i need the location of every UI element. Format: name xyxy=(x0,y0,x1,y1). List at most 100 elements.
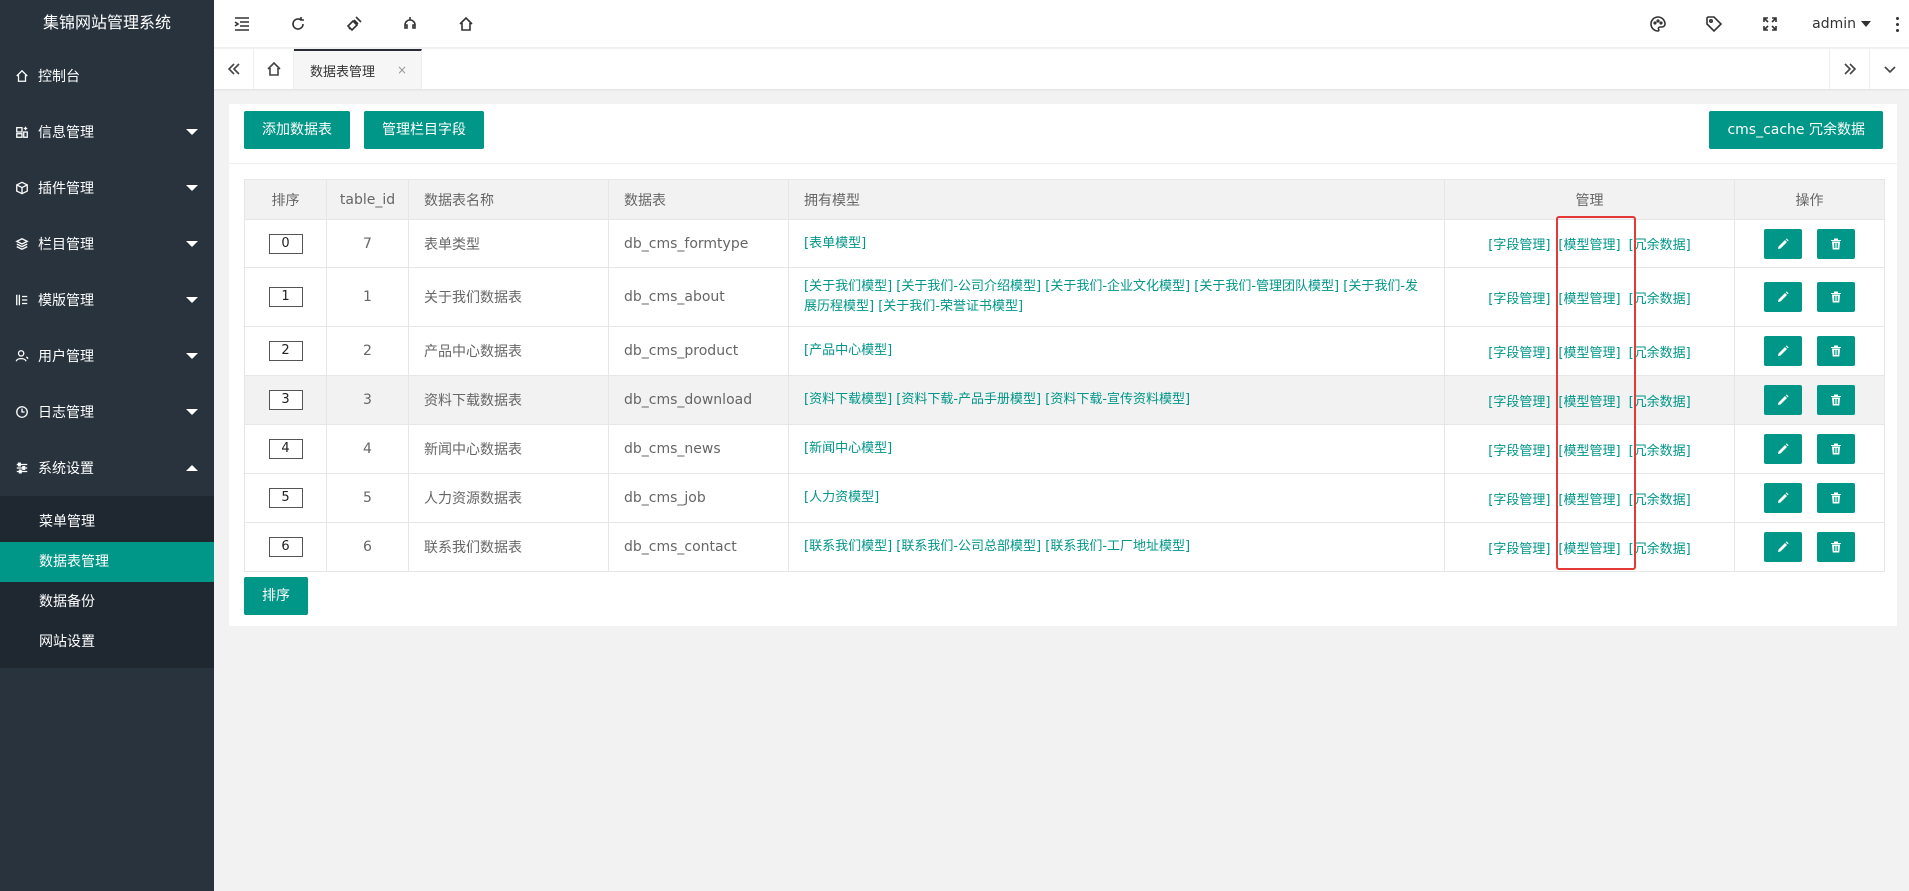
user-menu[interactable]: admin xyxy=(1798,16,1885,32)
edit-button[interactable] xyxy=(1764,483,1802,513)
delete-button[interactable] xyxy=(1817,282,1855,312)
chevron-down-icon xyxy=(186,241,198,247)
model-link[interactable]: [关于我们模型] xyxy=(804,279,892,294)
sort-input[interactable]: 6 xyxy=(268,537,303,557)
sort-input[interactable]: 3 xyxy=(268,390,303,410)
model-link[interactable]: [联系我们-工厂地址模型] xyxy=(1045,539,1190,554)
model-manage-link[interactable]: [模型管理] xyxy=(1558,395,1620,410)
model-link[interactable]: [表单模型] xyxy=(804,236,866,251)
field-manage-link[interactable]: [字段管理] xyxy=(1488,238,1550,253)
subnav-item-backup[interactable]: 数据备份 xyxy=(0,582,214,622)
sidebar-item-logs[interactable]: 日志管理 xyxy=(0,384,214,440)
sort-input[interactable]: 5 xyxy=(268,488,303,508)
manage-fields-button[interactable]: 管理栏目字段 xyxy=(364,111,484,149)
delete-button[interactable] xyxy=(1817,336,1855,366)
sidebar-item-dashboard[interactable]: 控制台 xyxy=(0,48,214,104)
model-link[interactable]: [关于我们-企业文化模型] xyxy=(1045,279,1190,294)
sort-input[interactable]: 4 xyxy=(268,439,303,459)
edit-button[interactable] xyxy=(1764,282,1802,312)
sort-input[interactable]: 2 xyxy=(268,341,303,361)
redundant-data-link[interactable]: [冗余数据] xyxy=(1629,238,1691,253)
redundant-data-link[interactable]: [冗余数据] xyxy=(1629,292,1691,307)
edit-button[interactable] xyxy=(1764,228,1802,259)
manage-cell: [字段管理] [模型管理] [冗余数据] xyxy=(1444,424,1735,474)
menu-toggle-button[interactable] xyxy=(214,0,270,48)
model-manage-link[interactable]: [模型管理] xyxy=(1558,238,1620,253)
pencil-icon xyxy=(1778,237,1789,249)
sidebar-item-info[interactable]: 信息管理 xyxy=(0,104,214,160)
theme-button[interactable] xyxy=(382,0,438,48)
model-link[interactable]: [资料下载-产品手册模型] xyxy=(896,392,1041,407)
sort-button[interactable]: 排序 xyxy=(244,577,308,615)
model-link[interactable]: [新闻中心模型] xyxy=(804,441,892,456)
table-id-cell: 1 xyxy=(326,267,409,327)
palette-button[interactable] xyxy=(1630,0,1686,48)
field-manage-link[interactable]: [字段管理] xyxy=(1488,444,1550,459)
field-manage-link[interactable]: [字段管理] xyxy=(1488,292,1550,307)
model-manage-link[interactable]: [模型管理] xyxy=(1558,493,1620,508)
model-manage-link[interactable]: [模型管理] xyxy=(1558,542,1620,557)
close-icon[interactable]: × xyxy=(397,63,407,77)
cms-cache-button[interactable]: cms_cache 冗余数据 xyxy=(1709,111,1883,149)
trash-icon xyxy=(1831,238,1841,249)
model-link[interactable]: [人力资模型] xyxy=(804,490,879,505)
field-manage-link[interactable]: [字段管理] xyxy=(1488,493,1550,508)
edit-button[interactable] xyxy=(1764,336,1802,366)
tag-button[interactable] xyxy=(1686,0,1742,48)
redundant-data-link[interactable]: [冗余数据] xyxy=(1629,395,1691,410)
subnav-item-menu[interactable]: 菜单管理 xyxy=(0,502,214,542)
model-manage-link[interactable]: [模型管理] xyxy=(1558,292,1620,307)
sidebar-item-templates[interactable]: 模版管理 xyxy=(0,272,214,328)
sidebar-item-settings[interactable]: 系统设置 xyxy=(0,440,214,496)
delete-button[interactable] xyxy=(1817,483,1855,513)
fullscreen-button[interactable] xyxy=(1742,0,1798,48)
delete-button[interactable] xyxy=(1817,385,1855,415)
clear-cache-button[interactable] xyxy=(326,0,382,48)
tab-home[interactable] xyxy=(254,49,294,89)
tabs-scroll-right-button[interactable] xyxy=(1829,49,1869,89)
model-link[interactable]: [产品中心模型] xyxy=(804,343,892,358)
brush-icon xyxy=(346,15,362,31)
field-manage-link[interactable]: [字段管理] xyxy=(1488,542,1550,557)
model-link[interactable]: [关于我们-荣誉证书模型] xyxy=(878,299,1023,314)
model-link[interactable]: [资料下载-宣传资料模型] xyxy=(1045,392,1190,407)
tab-datatable-management[interactable]: 数据表管理 × xyxy=(294,49,423,89)
model-link[interactable]: [关于我们-公司介绍模型] xyxy=(896,279,1041,294)
model-link[interactable]: [联系我们-公司总部模型] xyxy=(896,539,1041,554)
redundant-data-link[interactable]: [冗余数据] xyxy=(1629,493,1691,508)
sidebar-item-plugins[interactable]: 插件管理 xyxy=(0,160,214,216)
delete-button[interactable] xyxy=(1817,228,1855,259)
table-name-cell: 新闻中心数据表 xyxy=(408,424,609,474)
edit-button[interactable] xyxy=(1764,532,1802,562)
more-options-button[interactable] xyxy=(1885,0,1909,48)
sort-input[interactable]: 0 xyxy=(268,233,303,254)
sort-input[interactable]: 1 xyxy=(268,287,303,307)
home-button[interactable] xyxy=(438,0,494,48)
edit-button[interactable] xyxy=(1764,434,1802,464)
redundant-data-link[interactable]: [冗余数据] xyxy=(1629,346,1691,361)
subnav-item-site-settings[interactable]: 网站设置 xyxy=(0,622,214,662)
sidebar-item-users[interactable]: 用户管理 xyxy=(0,328,214,384)
table-id-cell: 2 xyxy=(326,326,409,376)
model-manage-link[interactable]: [模型管理] xyxy=(1558,346,1620,361)
info-icon xyxy=(14,124,30,140)
delete-button[interactable] xyxy=(1817,532,1855,562)
tabs-scroll-left-button[interactable] xyxy=(214,49,254,89)
model-link[interactable]: [资料下载模型] xyxy=(804,392,892,407)
redundant-data-link[interactable]: [冗余数据] xyxy=(1629,444,1691,459)
table-header-row: 排序 table_id 数据表名称 数据表 拥有模型 管理 操作 xyxy=(244,179,1885,220)
model-manage-link[interactable]: [模型管理] xyxy=(1558,444,1620,459)
redundant-data-link[interactable]: [冗余数据] xyxy=(1629,542,1691,557)
delete-button[interactable] xyxy=(1817,434,1855,464)
model-link[interactable]: [关于我们-管理团队模型] xyxy=(1194,279,1339,294)
sidebar-item-columns[interactable]: 栏目管理 xyxy=(0,216,214,272)
subnav-item-datatable[interactable]: 数据表管理 xyxy=(0,542,214,582)
field-manage-link[interactable]: [字段管理] xyxy=(1488,395,1550,410)
model-link[interactable]: [联系我们模型] xyxy=(804,539,892,554)
add-table-button[interactable]: 添加数据表 xyxy=(244,111,350,149)
chevron-down-icon xyxy=(186,409,198,415)
refresh-button[interactable] xyxy=(270,0,326,48)
edit-button[interactable] xyxy=(1764,385,1802,415)
tabs-dropdown-button[interactable] xyxy=(1869,49,1909,89)
field-manage-link[interactable]: [字段管理] xyxy=(1488,346,1550,361)
